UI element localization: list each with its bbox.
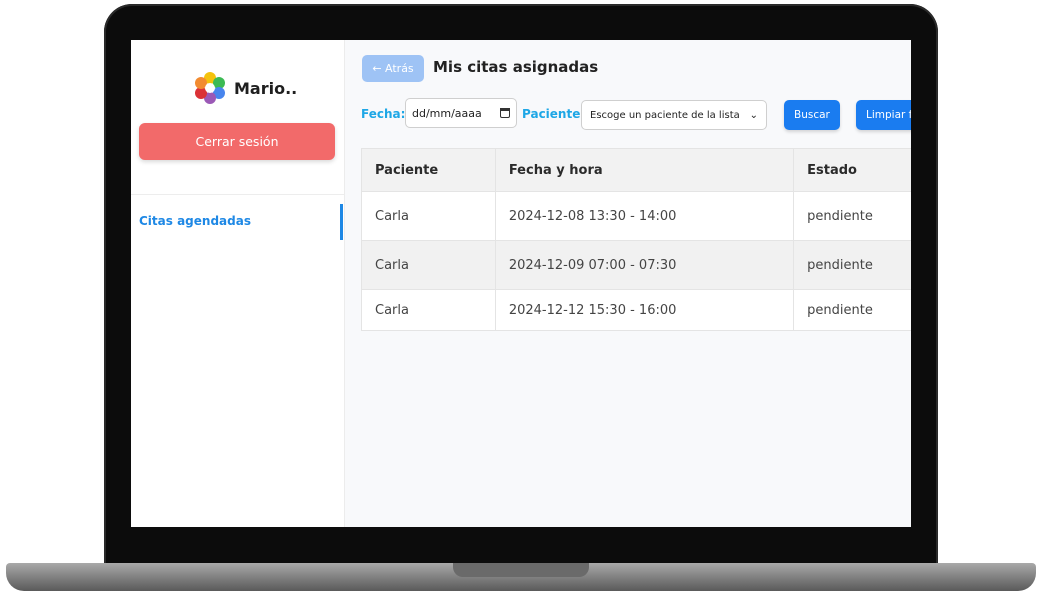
active-nav-indicator: [340, 204, 343, 240]
sidebar-item-citas-agendadas[interactable]: Citas agendadas: [139, 214, 251, 228]
table-header-row: Paciente Fecha y hora Estado: [361, 148, 911, 192]
patient-select-value: Escoge un paciente de la lista: [590, 109, 740, 121]
cell-patient: Carla: [361, 240, 496, 290]
table-row: Carla 2024-12-08 13:30 - 14:00 pendiente: [361, 191, 911, 241]
date-input[interactable]: dd/mm/aaaa: [405, 98, 517, 128]
app-screen: Mario.. Cerrar sesión Citas agendadas ← …: [131, 40, 911, 527]
date-filter-label: Fecha:: [361, 107, 406, 121]
cell-status: pendiente: [793, 289, 911, 331]
main-content: ← Atrás Mis citas asignadas Fecha: dd/mm…: [345, 40, 911, 527]
cell-patient: Carla: [361, 191, 496, 241]
search-button[interactable]: Buscar: [784, 100, 840, 130]
date-input-value: dd/mm/aaaa: [412, 106, 482, 120]
back-button[interactable]: ← Atrás: [362, 55, 424, 82]
cell-datetime: 2024-12-09 07:00 - 07:30: [494, 240, 795, 290]
sidebar-divider: [131, 194, 344, 195]
brand: Mario..: [194, 72, 297, 104]
column-header-paciente: Paciente: [361, 148, 496, 192]
appointments-table: Paciente Fecha y hora Estado Carla 2024-…: [361, 148, 911, 331]
clear-filters-button[interactable]: Limpiar f: [856, 100, 911, 130]
patient-select[interactable]: Escoge un paciente de la lista ⌄: [581, 100, 767, 130]
table-row: Carla 2024-12-09 07:00 - 07:30 pendiente: [361, 240, 911, 290]
cell-status: pendiente: [793, 240, 911, 290]
logout-button[interactable]: Cerrar sesión: [139, 123, 335, 160]
table-row: Carla 2024-12-12 15:30 - 16:00 pendiente: [361, 289, 911, 331]
patient-filter-label: Paciente:: [522, 107, 586, 121]
flower-logo-icon: [195, 72, 225, 104]
cell-datetime: 2024-12-08 13:30 - 14:00: [494, 191, 795, 241]
column-header-estado: Estado: [793, 148, 911, 192]
page-title: Mis citas asignadas: [433, 58, 599, 76]
column-header-fecha-hora: Fecha y hora: [494, 148, 795, 192]
user-name: Mario..: [234, 78, 298, 98]
cell-datetime: 2024-12-12 15:30 - 16:00: [494, 289, 795, 331]
cell-patient: Carla: [361, 289, 496, 331]
calendar-icon[interactable]: [500, 108, 510, 118]
chevron-down-icon: ⌄: [749, 109, 758, 121]
laptop-notch: [453, 563, 589, 577]
cell-status: pendiente: [793, 191, 911, 241]
sidebar: Mario.. Cerrar sesión Citas agendadas: [131, 40, 345, 527]
